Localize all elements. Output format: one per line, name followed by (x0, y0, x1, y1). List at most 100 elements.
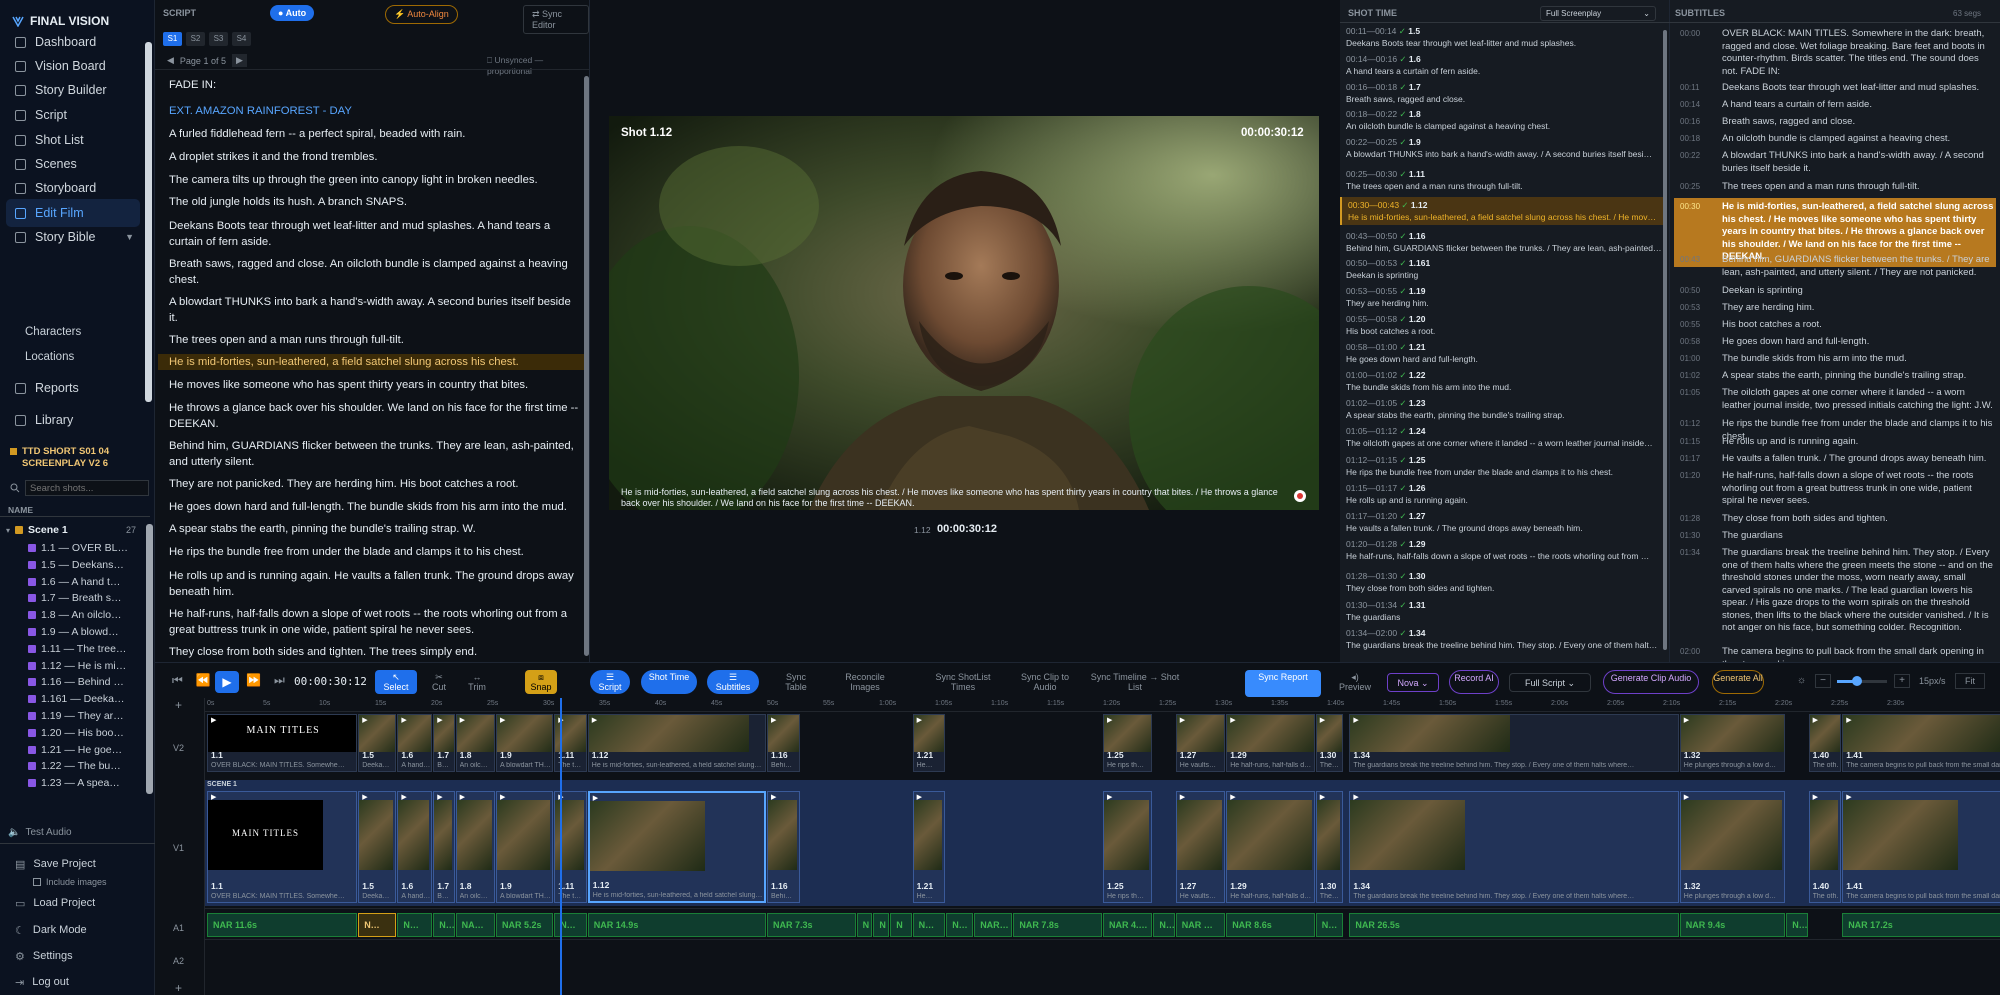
tree-item[interactable]: 1.23 — A spea… (28, 775, 120, 791)
tree-item[interactable]: 1.1 — OVER BL… (28, 540, 128, 556)
sync-timeline-button[interactable]: Sync Timeline → Shot List (1085, 670, 1185, 694)
play-icon[interactable]: ▶ (437, 793, 442, 801)
script-line[interactable]: He rolls up and is running again. He vau… (169, 568, 579, 600)
shot-row[interactable]: 00:11—00:14 ✓ 1.5 Deekans Boots tear thro… (1346, 25, 1664, 49)
subtitle-row[interactable]: 01:05 The oilcloth gapes at one corner wh… (1674, 387, 1996, 412)
play-icon[interactable]: ▶ (1353, 716, 1358, 724)
script-line[interactable]: EXT. AMAZON RAINFOREST - DAY (169, 103, 579, 119)
shot-row[interactable]: 00:30—00:43 ✓ 1.12 He is mid-forties, sun… (1340, 197, 1665, 225)
clip-v2[interactable]: 1.25 He rips th… ▶ (1103, 714, 1153, 772)
clip-v2[interactable]: 1.6 A hand… ▶ (397, 714, 433, 772)
audio-clip[interactable]: N… (397, 913, 433, 937)
tree-item[interactable]: 1.6 — A hand t… (28, 574, 120, 590)
subtitle-row[interactable]: 00:14 A hand tears a curtain of fern asid… (1674, 99, 1996, 112)
fast-forward-icon[interactable]: ⏩ (246, 673, 261, 688)
play-icon[interactable]: ▶ (1107, 793, 1112, 801)
script-tab-s3[interactable]: S3 (209, 32, 228, 46)
play-icon[interactable]: ▶ (592, 716, 597, 724)
audio-clip[interactable]: NAR 5.2s (495, 913, 554, 937)
script-line[interactable]: He half-runs, half-falls down a slope of… (169, 606, 579, 638)
subtitle-row[interactable]: 00:22 A blowdart THUNKS into bark a hand'… (1674, 150, 1996, 175)
clip-v2[interactable]: 1.7 B… ▶ (433, 714, 455, 772)
dark-mode-toggle[interactable]: ☾ Dark Mode (15, 924, 87, 937)
voice-select[interactable]: Nova ⌄ (1387, 673, 1439, 692)
script-scrollbar[interactable] (584, 76, 589, 656)
tree-item[interactable]: 1.21 — He goe… (28, 742, 122, 758)
shot-row[interactable]: 00:18—00:22 ✓ 1.8 An oilcloth bundle is c… (1346, 108, 1664, 132)
play-icon[interactable]: ▶ (1180, 716, 1185, 724)
clip-v1[interactable]: 1.16 Behi… ▶ (767, 791, 800, 903)
shot-row[interactable]: 00:50—00:53 ✓ 1.161 Deekan is sprinting (1346, 257, 1664, 281)
play-icon[interactable]: ▶ (917, 716, 922, 724)
audio-clip[interactable]: NAR 11.6s (207, 913, 358, 937)
sun-icon[interactable]: ☼ (1797, 675, 1806, 686)
tree-item[interactable]: 1.8 — An oilclo… (28, 607, 122, 623)
play-icon[interactable]: ▶ (460, 716, 465, 724)
rewind-icon[interactable]: ⏪ (196, 673, 211, 688)
play-icon[interactable]: ▶ (500, 793, 505, 801)
script-line[interactable]: A blowdart THUNKS into bark a hand's-wid… (169, 294, 579, 326)
shot-row[interactable]: 01:12—01:15 ✓ 1.25 He rips the bundle fre… (1346, 454, 1664, 478)
play-icon[interactable]: ▶ (917, 793, 922, 801)
nav-library[interactable]: Library (6, 406, 140, 434)
skip-end-icon[interactable]: ⏭ (274, 673, 285, 688)
nav-reports[interactable]: Reports (6, 374, 140, 402)
play-icon[interactable]: ▶ (1230, 793, 1235, 801)
reconcile-images-button[interactable]: Reconcile Images (840, 670, 890, 694)
sync-editor-button[interactable]: ⇄ Sync Editor (523, 5, 589, 34)
shot-row[interactable]: 01:34—02:00 ✓ 1.34 The guardians break th… (1346, 627, 1664, 651)
audio-clip[interactable]: N… (1315, 913, 1343, 937)
play-icon[interactable]: ▶ (500, 716, 505, 724)
settings-button[interactable]: ⚙ Settings (15, 950, 73, 963)
video-frame[interactable] (609, 116, 1319, 510)
play-icon[interactable]: ▶ (1230, 716, 1235, 724)
play-icon[interactable]: ▶ (211, 793, 216, 801)
audio-clip[interactable]: N (890, 913, 912, 937)
nav-script[interactable]: Script (6, 101, 140, 129)
clip-v1[interactable]: 1.21 He… ▶ (912, 791, 946, 903)
tree-scrollbar[interactable] (146, 524, 153, 794)
shot-row[interactable]: 01:28—01:30 ✓ 1.30 They close from both s… (1346, 570, 1664, 594)
screenplay-dropdown[interactable]: Full Screenplay ⌄ (1540, 6, 1656, 21)
script-body[interactable]: FADE IN: EXT. AMAZON RAINFOREST - DAY A fu… (155, 74, 590, 662)
nav-story-builder[interactable]: Story Builder (6, 76, 140, 104)
sidebar-item-locations[interactable]: Locations (25, 351, 74, 363)
auto-toggle[interactable]: ● Auto (270, 5, 315, 21)
play-icon[interactable]: ▶ (1684, 716, 1689, 724)
playhead[interactable] (560, 698, 562, 995)
script-line[interactable]: A droplet strikes it and the frond tremb… (169, 149, 579, 165)
audio-clip[interactable]: NAR 7.3s (767, 913, 856, 937)
play-icon[interactable]: ▶ (1107, 716, 1112, 724)
script-tab-s2[interactable]: S2 (186, 32, 205, 46)
tree-item[interactable]: 1.20 — His boo… (28, 725, 124, 741)
preview-button[interactable]: ◂) Preview (1333, 670, 1377, 694)
time-ruler[interactable]: 0s 5s 10s 15s 20s 25s 30s 35s 40s 45s 50s 55s 1:00s 1… (205, 698, 2000, 712)
audio-clip[interactable]: N… (433, 913, 455, 937)
script-line[interactable]: Breath saws, ragged and close. An oilclo… (169, 256, 579, 288)
clip-v2[interactable]: 1.41 The camera begins to pull back from … (1842, 714, 2000, 772)
sidebar-item-characters[interactable]: Characters (25, 326, 81, 338)
script-line[interactable]: He rips the bundle free from under the b… (169, 544, 579, 560)
clip-v1[interactable]: MAIN TITLES 1.1 OVER BLACK: MAIN TITLES. S… (207, 791, 358, 903)
subtitle-row[interactable]: 01:17 He vaults a fallen trunk. / The gro… (1674, 453, 1996, 466)
record-ai-button[interactable]: Record AI (1449, 670, 1499, 694)
script-line[interactable]: He throws a glance back over his shoulde… (169, 400, 579, 432)
play-icon[interactable]: ▶ (1813, 716, 1818, 724)
audio-clip[interactable]: NAR 9.4s (1679, 913, 1786, 937)
shot-row[interactable]: 00:22—00:25 ✓ 1.9 A blowdart THUNKS into … (1346, 136, 1664, 160)
script-line[interactable]: A furled fiddlehead fern -- a perfect sp… (169, 126, 579, 142)
clip-v2[interactable]: 1.34 The guardians break the treeline beh… (1349, 714, 1679, 772)
include-images-checkbox[interactable]: Include images (33, 877, 107, 887)
script-line[interactable]: A spear stabs the earth, pinning the bun… (169, 521, 579, 537)
clip-v1[interactable]: 1.32 He plunges through a low d… ▶ (1679, 791, 1786, 903)
next-page-button[interactable]: ▶ (231, 54, 247, 67)
search-input[interactable] (25, 480, 149, 496)
subtitle-row[interactable]: 01:34 The guardians break the treeline be… (1674, 547, 1996, 635)
script-line[interactable]: He is mid-forties, sun-leathered, a fiel… (158, 354, 584, 370)
subtitle-row[interactable]: 01:20 He half-runs, half-falls down a slo… (1674, 470, 1996, 508)
script-tab-s4[interactable]: S4 (232, 32, 251, 46)
clip-v2[interactable]: 1.8 An oilc… ▶ (455, 714, 495, 772)
clip-v1[interactable]: 1.7 B… ▶ (433, 791, 455, 903)
tree-item[interactable]: 1.11 — The tree… (28, 641, 126, 657)
clip-v2[interactable]: 1.12 He is mid-forties, sun-leathered, a … (587, 714, 766, 772)
